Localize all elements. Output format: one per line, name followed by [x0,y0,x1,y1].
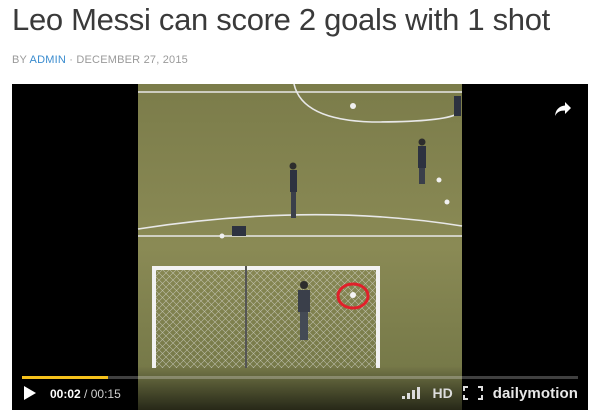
progress-bar[interactable] [22,376,578,379]
quality-button[interactable] [402,387,422,399]
time-separator: / [80,387,91,401]
article-meta: BY ADMIN · DECEMBER 27, 2015 [12,54,188,66]
ball [350,292,356,298]
time-display: 00:02 / 00:15 [50,387,121,401]
signal-bars-icon [402,387,421,399]
player-controls: 00:02 / 00:15 HD dailymotion [12,366,588,410]
fullscreen-icon [462,386,483,400]
right-controls: HD dailymotion [402,383,578,403]
current-time: 00:02 [50,387,81,401]
hd-button[interactable]: HD [432,385,452,401]
progress-fill [22,376,109,379]
duration: 00:15 [90,387,121,401]
video-frame[interactable] [12,84,588,410]
article-date: DECEMBER 27, 2015 [76,54,188,66]
play-button[interactable] [22,384,38,402]
fullscreen-button[interactable] [462,386,483,400]
video-player[interactable]: 00:02 / 00:15 HD dailymotion [12,84,588,410]
goal [152,266,380,368]
share-arrow-icon [555,102,571,116]
article-title: Leo Messi can score 2 goals with 1 shot [12,2,550,37]
dailymotion-logo[interactable]: dailymotion [493,385,578,402]
meta-separator: · [65,54,77,66]
play-icon [24,386,36,400]
author-link[interactable]: ADMIN [30,54,66,66]
meta-by: BY [12,54,30,66]
share-button[interactable] [548,94,578,124]
